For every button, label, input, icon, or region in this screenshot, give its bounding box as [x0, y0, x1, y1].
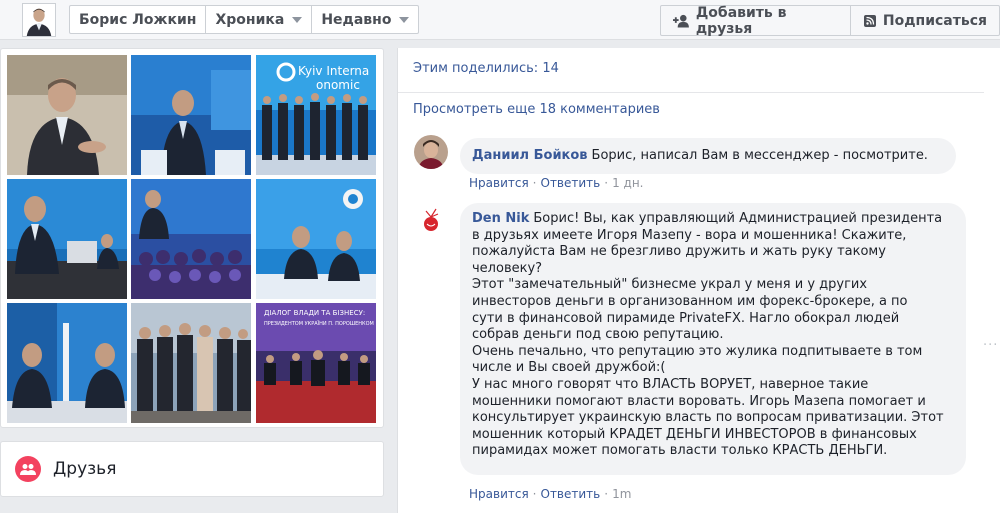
photo-thumbnail[interactable]: Kyiv Interna onomic	[256, 55, 376, 175]
comment-author-link[interactable]: Den Nik	[472, 211, 529, 226]
photos-card: Kyiv Interna onomic ДІАЛОГ ВЛАДИ ТА БІЗНЕ…	[0, 48, 384, 428]
view-more-comments-link[interactable]: Просмотреть еще 18 комментариев	[413, 102, 660, 117]
chevron-down-icon	[399, 16, 410, 23]
friends-card-title: Друзья	[53, 459, 117, 479]
comment-author-link[interactable]: Даниил Бойков	[472, 148, 588, 163]
profile-header-bar: Борис Ложкин Хроника Недавно Добавить в …	[0, 0, 1000, 40]
photo-thumbnail[interactable]	[131, 55, 251, 175]
chevron-down-icon	[292, 16, 303, 23]
commenter-avatar[interactable]	[414, 204, 448, 238]
more-options-icon[interactable]: ···	[983, 338, 998, 353]
photo-thumbnail[interactable]: ДІАЛОГ ВЛАДИ ТА БІЗНЕСУ: ПРЕЗИДЕНТОМ УКРА…	[256, 303, 376, 423]
separator-dot: ·	[532, 487, 537, 501]
comment-text: Борис! Вы, как управляющий Администрацие…	[472, 211, 944, 459]
photo-thumbnail[interactable]	[7, 303, 127, 423]
timeline-tab-dropdown[interactable]: Хроника	[206, 6, 313, 33]
commenter-avatar[interactable]	[414, 135, 448, 169]
photo-thumbnail[interactable]	[131, 303, 251, 423]
like-link[interactable]: Нравится	[469, 176, 529, 190]
divider	[398, 92, 984, 93]
post-comments-panel: Этим поделились: 14 Просмотреть еще 18 к…	[397, 48, 1000, 513]
profile-name-link[interactable]: Борис Ложкин	[70, 6, 207, 33]
reply-link[interactable]: Ответить	[541, 487, 601, 501]
separator-dot: ·	[604, 176, 609, 190]
photo-thumbnail[interactable]	[256, 179, 376, 299]
follow-label: Подписаться	[882, 12, 987, 29]
add-friend-label: Добавить в друзья	[695, 4, 787, 37]
profile-nav: Борис Ложкин Хроника Недавно	[69, 5, 420, 34]
add-friend-button[interactable]: Добавить в друзья	[661, 4, 851, 37]
svg-text:Kyiv Interna: Kyiv Interna	[298, 64, 369, 78]
comment-timestamp[interactable]: 1 дн.	[612, 176, 643, 190]
svg-text:ПРЕЗИДЕНТОМ УКРАЇНИ П. ПОРОШЕН: ПРЕЗИДЕНТОМ УКРАЇНИ П. ПОРОШЕНКОМ	[264, 320, 374, 327]
photo-thumbnail[interactable]	[131, 179, 251, 299]
svg-text:onomic: onomic	[316, 78, 360, 92]
rss-feed-icon	[863, 14, 876, 27]
friends-icon	[15, 456, 41, 482]
like-link[interactable]: Нравится	[469, 487, 529, 501]
comment-text: Борис, написал Вам в мессенджер - посмот…	[591, 148, 928, 163]
separator-dot: ·	[532, 176, 537, 190]
follow-button[interactable]: Подписаться	[851, 6, 999, 35]
shares-count-link[interactable]: Этим поделились: 14	[413, 61, 559, 76]
reply-link[interactable]: Ответить	[541, 176, 601, 190]
comment-bubble: Den Nik Борис! Вы, как управляющий Админи…	[460, 203, 966, 475]
add-friend-icon	[673, 14, 689, 28]
separator-dot: ·	[604, 487, 609, 501]
comment-actions: Нравится · Ответить · 1 дн.	[469, 176, 643, 190]
recent-filter-label: Недавно	[321, 11, 392, 28]
photo-thumbnail[interactable]	[7, 179, 127, 299]
svg-text:ДІАЛОГ ВЛАДИ ТА БІЗНЕСУ:: ДІАЛОГ ВЛАДИ ТА БІЗНЕСУ:	[264, 309, 365, 317]
photo-thumbnail[interactable]	[7, 55, 127, 175]
comment-actions: Нравится · Ответить · 1m	[469, 487, 631, 501]
comment-bubble: Даниил Бойков Борис, написал Вам в мессен…	[460, 138, 956, 174]
timeline-tab-label: Хроника	[215, 11, 285, 28]
profile-actions: Добавить в друзья Подписаться	[660, 4, 1000, 37]
profile-avatar[interactable]	[22, 3, 56, 37]
profile-name: Борис Ложкин	[79, 11, 197, 28]
friends-card[interactable]: Друзья	[0, 441, 384, 497]
comment-timestamp[interactable]: 1m	[612, 487, 631, 501]
recent-filter-dropdown[interactable]: Недавно	[312, 6, 418, 33]
